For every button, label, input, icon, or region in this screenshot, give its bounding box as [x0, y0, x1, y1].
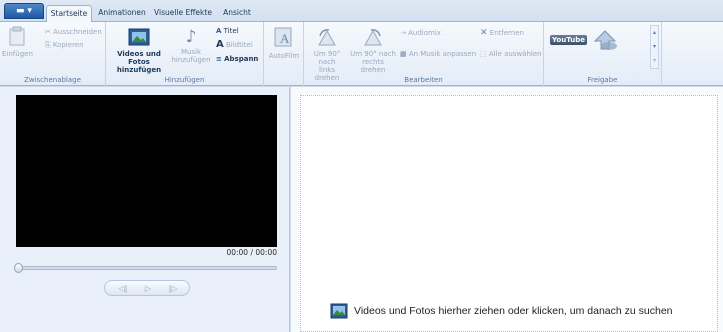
copy-button[interactable]: ⎘ Kopieren	[45, 40, 84, 50]
close-icon: ✕	[480, 28, 488, 38]
rotate-left-icon	[318, 29, 336, 46]
audiomix-button[interactable]: ⇢ Audiomix	[400, 28, 441, 38]
fit-to-music-button[interactable]: ▦ An Musik anpassen	[400, 49, 476, 59]
add-videos-label-2: hinzufügen	[116, 66, 162, 74]
title-label: Titel	[223, 27, 239, 35]
share-group-label: Freigabe	[587, 76, 618, 84]
group-share: YouTube ▴ ▾ ▿ Freigabe	[544, 22, 662, 86]
rotate-right-label-2: rechts drehen	[360, 58, 386, 74]
rotate-left-button[interactable]: Um 90° nach links drehen	[306, 26, 348, 82]
previous-frame-button[interactable]: ◁|	[113, 282, 133, 295]
preview-pane: 00:00 / 00:00 ◁| ▷ |▷	[0, 87, 290, 332]
next-frame-button[interactable]: |▷	[163, 282, 183, 295]
rotate-right-label-1: Um 90° nach	[350, 50, 396, 58]
time-display: 00:00 / 00:00	[226, 248, 277, 257]
select-all-icon: ⬚	[480, 50, 487, 58]
film-photo-icon	[128, 28, 150, 46]
credits-label: Abspann	[224, 55, 259, 63]
title-icon: A	[216, 27, 222, 35]
ribbon-tab-row: ▬ ▾ Startseite Animationen Visuelle Effe…	[0, 0, 723, 22]
credits-button[interactable]: ≡ Abspann	[216, 54, 258, 64]
rotate-right-icon	[364, 29, 382, 46]
scroll-up-icon: ▴	[652, 29, 656, 36]
youtube-logo: YouTube	[550, 35, 587, 45]
tab-startseite[interactable]: Startseite	[46, 5, 92, 22]
select-all-button[interactable]: ⬚ Alle auswählen	[480, 49, 542, 59]
next-frame-icon: |▷	[168, 284, 178, 293]
audiomix-icon: ⇢	[400, 29, 406, 37]
caption-icon: A	[216, 39, 224, 50]
storyboard-hint[interactable]: Videos und Fotos hierher ziehen oder kli…	[330, 302, 673, 320]
select-all-label: Alle auswählen	[488, 50, 542, 58]
share-gallery-scroll[interactable]: ▴ ▾ ▿	[650, 25, 659, 69]
remove-button[interactable]: ✕ Entfernen	[480, 28, 524, 38]
remove-label: Entfernen	[489, 29, 525, 37]
music-note-icon: ♪	[185, 27, 197, 47]
paste-button[interactable]: Einfügen	[2, 26, 33, 58]
group-add: Videos und Fotos hinzufügen ♪ Musik hinz…	[106, 22, 264, 86]
group-autofilm: A AutoFilm	[264, 22, 304, 86]
seek-slider[interactable]	[14, 263, 277, 273]
play-icon: ▷	[144, 284, 152, 293]
add-media-icon	[330, 303, 348, 319]
add-music-label-2: hinzufügen	[171, 56, 211, 64]
application-menu-icon: ▬ ▾	[16, 6, 32, 16]
application-menu-button[interactable]: ▬ ▾	[4, 3, 44, 19]
youtube-share-button[interactable]: YouTube	[550, 30, 587, 56]
copy-label: Kopieren	[52, 41, 84, 49]
caption-label: Bildtitel	[225, 41, 253, 49]
add-group-label: Hinzufügen	[164, 76, 205, 84]
audiomix-label: Audiomix	[408, 29, 441, 37]
storyboard-drop-zone[interactable]	[300, 95, 718, 332]
fit-music-icon: ▦	[400, 50, 407, 58]
scroll-down-icon: ▾	[652, 43, 656, 50]
credits-icon: ≡	[216, 55, 222, 63]
autofilm-button[interactable]: A AutoFilm	[266, 26, 302, 60]
play-button[interactable]: ▷	[138, 282, 158, 295]
fit-music-label: An Musik anpassen	[408, 50, 477, 58]
copy-icon: ⎘	[45, 41, 51, 49]
previous-frame-icon: ◁|	[118, 284, 128, 293]
caption-button[interactable]: A Bildtitel	[216, 40, 253, 50]
group-clipboard: Einfügen ✂ Ausschneiden ⎘ Kopieren Zwisc…	[0, 22, 106, 86]
ribbon: Einfügen ✂ Ausschneiden ⎘ Kopieren Zwisc…	[0, 22, 723, 86]
rotate-left-label-1: Um 90° nach	[313, 50, 341, 66]
clipboard-icon	[9, 26, 25, 46]
add-music-button[interactable]: ♪ Musik hinzufügen	[170, 26, 212, 64]
tab-ansicht[interactable]: Ansicht	[218, 5, 256, 22]
edit-group-label: Bearbeiten	[404, 76, 443, 84]
expand-gallery-icon: ▿	[652, 57, 656, 64]
autofilm-icon: A	[274, 27, 292, 47]
add-videos-photos-button[interactable]: Videos und Fotos hinzufügen	[108, 26, 170, 74]
cut-button[interactable]: ✂ Ausschneiden	[45, 27, 102, 37]
share-cloud-button[interactable]	[590, 28, 620, 56]
autofilm-label: AutoFilm	[268, 52, 300, 60]
share-arrow-icon	[593, 30, 617, 50]
video-preview[interactable]	[16, 95, 277, 247]
clipboard-group-label: Zwischenablage	[24, 76, 81, 84]
title-button[interactable]: A Titel	[216, 26, 239, 36]
playback-controls: ◁| ▷ |▷	[104, 280, 190, 296]
tab-animationen[interactable]: Animationen	[96, 5, 148, 22]
svg-text:A: A	[280, 31, 290, 46]
add-videos-label-1: Videos und Fotos	[117, 50, 161, 66]
cut-label: Ausschneiden	[53, 28, 102, 36]
seek-thumb[interactable]	[14, 263, 23, 273]
tab-visuelle-effekte[interactable]: Visuelle Effekte	[151, 5, 215, 22]
group-edit: Um 90° nach links drehen Um 90° nach rec…	[304, 22, 544, 86]
storyboard-hint-text: Videos und Fotos hierher ziehen oder kli…	[354, 304, 673, 317]
rotate-right-button[interactable]: Um 90° nach rechts drehen	[350, 26, 396, 74]
paste-label: Einfügen	[2, 50, 33, 58]
add-music-label-1: Musik	[180, 48, 202, 56]
scissors-icon: ✂	[45, 28, 51, 36]
